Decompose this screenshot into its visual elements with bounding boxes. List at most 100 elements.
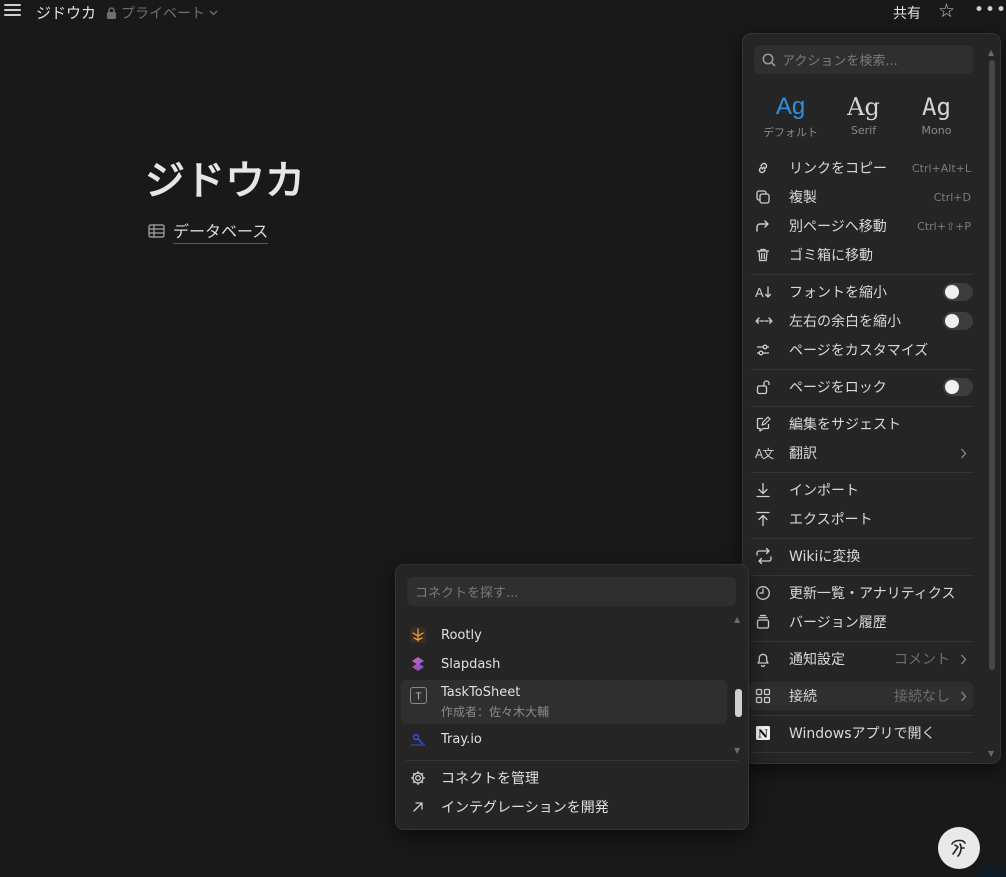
database-link[interactable]: データベース — [148, 218, 269, 244]
font-caption: Mono — [921, 124, 952, 137]
status-corner — [978, 866, 1006, 877]
menu-scrollbar[interactable]: ▲ ▼ — [988, 48, 996, 758]
font-option-mono[interactable]: Ag Mono — [900, 92, 973, 144]
connection-item-slapdash[interactable]: Slapdash — [401, 650, 727, 678]
notification-settings-value: コメント — [894, 649, 973, 669]
small-text-item[interactable]: A フォントを縮小 — [749, 278, 973, 306]
full-width-item[interactable]: 左右の余白を縮小 — [749, 307, 973, 335]
lock-page-item[interactable]: ページをロック — [749, 373, 973, 401]
connection-search-input[interactable]: コネクトを探す... — [407, 577, 736, 606]
grid-icon — [755, 688, 777, 704]
svg-text:A: A — [755, 285, 764, 300]
more-icon[interactable]: ••• — [974, 0, 1006, 20]
action-search-input[interactable]: アクションを検索... — [754, 45, 973, 74]
divider — [751, 472, 973, 473]
divider — [406, 760, 738, 761]
connection-text: TaskToSheet 作成者：佐々木大輔 — [441, 685, 549, 720]
duplicate-item[interactable]: 複製 Ctrl+D — [749, 183, 973, 211]
notification-settings-item[interactable]: 通知設定 コメント — [749, 645, 973, 673]
small-text-toggle[interactable] — [943, 283, 973, 301]
connection-item-rootly[interactable]: Rootly — [401, 621, 727, 649]
move-to-label: 別ページへ移動 — [789, 219, 887, 235]
move-to-shortcut: Ctrl+⇧+P — [917, 219, 971, 233]
divider — [751, 406, 973, 407]
connections-scrollbar[interactable]: ▲ ▼ — [733, 615, 743, 755]
menu-icon[interactable] — [4, 4, 21, 18]
lock-page-toggle[interactable] — [943, 378, 973, 396]
font-option-serif[interactable]: Ag Serif — [827, 92, 900, 144]
copy-link-item[interactable]: リンクをコピー Ctrl+Alt+L — [749, 154, 973, 182]
version-history-label: バージョン履歴 — [789, 615, 887, 631]
chevron-right-icon — [960, 448, 973, 459]
full-width-label: 左右の余白を縮小 — [789, 314, 901, 330]
font-option-default[interactable]: Ag デフォルト — [754, 92, 827, 144]
font-sample: Ag — [775, 93, 806, 120]
open-in-app-item[interactable]: N Windowsアプリで開く — [749, 719, 973, 747]
customize-item[interactable]: ページをカスタマイズ — [749, 336, 973, 364]
notification-settings-label: 通知設定 — [789, 652, 845, 668]
translate-item[interactable]: A文 翻訳 — [749, 439, 973, 467]
rootly-logo-icon — [409, 626, 427, 644]
suggest-edits-label: 編集をサジェスト — [789, 417, 901, 433]
copy-link-label: リンクをコピー — [789, 161, 887, 177]
connections-submenu: コネクトを探す... Rootly Slapdash T TaskToSheet… — [396, 565, 748, 829]
help-button[interactable] — [938, 827, 980, 869]
connections-item[interactable]: 接続 接続なし — [749, 682, 973, 710]
translate-label: 翻訳 — [789, 446, 817, 462]
clock-icon — [755, 585, 777, 601]
scroll-up-icon[interactable]: ▲ — [734, 615, 740, 624]
manage-connections-item[interactable]: コネクトを管理 — [401, 764, 727, 792]
connections-value: 接続なし — [894, 686, 973, 706]
move-to-item[interactable]: 別ページへ移動 Ctrl+⇧+P — [749, 212, 973, 240]
copy-link-shortcut: Ctrl+Alt+L — [911, 161, 971, 175]
connection-name: Tray.io — [441, 731, 482, 747]
font-selector: Ag デフォルト Ag Serif Ag Mono — [754, 92, 974, 144]
connections-scroll-thumb[interactable] — [735, 689, 742, 717]
import-item[interactable]: インポート — [749, 476, 973, 504]
gear-icon — [409, 769, 427, 787]
chevron-right-icon — [961, 654, 967, 664]
link-icon — [755, 160, 777, 176]
connections-value-text: 接続なし — [894, 689, 950, 705]
suggest-edits-item[interactable]: 編集をサジェスト — [749, 410, 973, 438]
convert-icon — [755, 548, 777, 564]
turn-into-wiki-label: Wikiに変換 — [789, 549, 861, 565]
unlock-icon — [755, 379, 777, 395]
updates-analytics-label: 更新一覧・アナリティクス — [789, 586, 956, 602]
translate-icon: A文 — [755, 446, 774, 461]
page-actions-menu: アクションを検索... Ag デフォルト Ag Serif Ag Mono リン… — [743, 34, 1000, 763]
import-label: インポート — [789, 483, 859, 499]
manage-connections-label: コネクトを管理 — [441, 771, 539, 787]
database-link-label: データベース — [173, 218, 269, 244]
star-icon[interactable]: ☆ — [938, 1, 955, 21]
width-arrows-icon — [755, 313, 777, 329]
notion-logo-icon: N — [755, 725, 777, 741]
privacy-dropdown[interactable]: プライベート — [106, 3, 218, 23]
font-sample: Ag — [922, 93, 951, 121]
privacy-label: プライベート — [121, 6, 205, 22]
scroll-down-icon[interactable]: ▼ — [988, 749, 994, 758]
chevron-right-icon — [961, 691, 967, 701]
turn-into-wiki-item[interactable]: Wikiに変換 — [749, 542, 973, 570]
divider — [751, 369, 973, 370]
menu-scroll-thumb[interactable] — [989, 60, 995, 670]
scroll-up-icon[interactable]: ▲ — [988, 48, 994, 57]
chevron-down-icon — [209, 10, 218, 16]
full-width-toggle[interactable] — [943, 312, 973, 330]
duplicate-label: 複製 — [789, 190, 817, 206]
develop-integration-item[interactable]: インテグレーションを開発 — [401, 793, 727, 821]
trash-item[interactable]: ゴミ箱に移動 — [749, 241, 973, 269]
redirect-arrow-icon — [755, 218, 777, 234]
page-title: ジドウカ — [145, 158, 305, 204]
share-button[interactable]: 共有 — [893, 3, 921, 23]
upload-icon — [755, 511, 777, 527]
connection-item-trayio[interactable]: Tray.io — [401, 725, 727, 753]
version-history-item[interactable]: バージョン履歴 — [749, 608, 973, 636]
notification-value-text: コメント — [894, 652, 950, 668]
breadcrumb-page-title[interactable]: ジドウカ — [36, 2, 96, 23]
updates-analytics-item[interactable]: 更新一覧・アナリティクス — [749, 579, 973, 607]
connection-item-tasktosheet[interactable]: T TaskToSheet 作成者：佐々木大輔 — [401, 680, 727, 724]
scroll-down-icon[interactable]: ▼ — [734, 746, 740, 755]
export-item[interactable]: エクスポート — [749, 505, 973, 533]
connection-name: Rootly — [441, 627, 482, 643]
